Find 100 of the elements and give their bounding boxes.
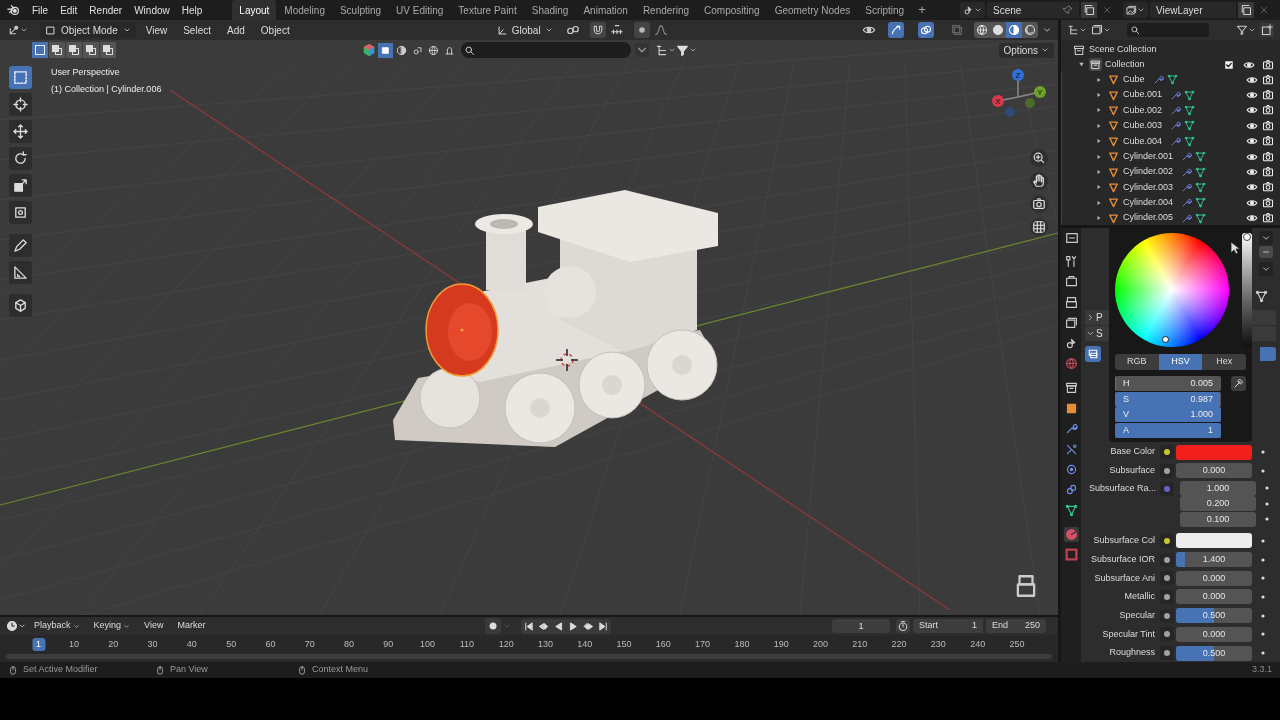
mesh-data-icon[interactable] <box>1195 181 1207 193</box>
collection-box-icon[interactable] <box>1063 380 1079 396</box>
mesh-data-icon[interactable] <box>1184 120 1196 132</box>
xray-icon[interactable] <box>950 23 964 37</box>
new-view-layer-icon[interactable] <box>1238 2 1254 18</box>
color-swatch[interactable] <box>1176 444 1252 460</box>
color-mode-tab[interactable]: HSV <box>1158 354 1203 370</box>
tree-item-label[interactable]: Cube.003 <box>1123 119 1163 133</box>
texture-icon[interactable] <box>1063 547 1079 563</box>
workspace-tab[interactable]: Geometry Nodes <box>767 0 858 20</box>
camera-icon[interactable] <box>1262 135 1274 148</box>
menu-item[interactable]: Select <box>177 22 217 38</box>
wrench-icon[interactable] <box>1170 89 1182 101</box>
stopwatch-icon[interactable] <box>896 619 910 633</box>
keyframe-dot-icon[interactable] <box>1260 449 1266 456</box>
number-field[interactable]: 1.000 <box>1180 480 1256 496</box>
camera-icon[interactable] <box>1262 181 1274 194</box>
keyframe-dot-icon[interactable] <box>1260 556 1266 563</box>
frame-number[interactable]: 1 <box>32 638 46 651</box>
tree-item-label[interactable]: Cube.001 <box>1123 88 1163 102</box>
slider-field[interactable]: A 1 <box>1115 422 1221 438</box>
scale-icon[interactable] <box>9 174 32 197</box>
number-field[interactable]: 0.000 <box>1176 626 1252 642</box>
workspace-tab[interactable]: Rendering <box>635 0 697 20</box>
value-slider[interactable] <box>1242 233 1252 347</box>
navigation-gizmo[interactable]: Z Y X <box>988 68 1048 128</box>
tree-item-label[interactable]: Cylinder.001 <box>1123 149 1174 164</box>
tree-item-label[interactable]: Collection <box>1105 57 1221 72</box>
outliner-icon[interactable] <box>655 43 668 57</box>
view-layer-mode-button[interactable] <box>1091 24 1111 36</box>
gizmo-toggle-icon[interactable] <box>888 22 904 38</box>
search-field[interactable] <box>461 42 631 58</box>
select-box-icon[interactable] <box>9 66 32 89</box>
tree-item-label[interactable]: Cube <box>1123 72 1145 87</box>
keyframe-dot-icon[interactable] <box>1260 631 1266 638</box>
node-tree-icon[interactable] <box>1255 290 1268 303</box>
minus-icon[interactable] <box>1259 246 1273 258</box>
camera-icon[interactable] <box>1262 104 1274 117</box>
falloff-curve-icon[interactable] <box>653 23 668 37</box>
chevron-icon[interactable] <box>689 46 697 54</box>
scene-name-field[interactable]: Scene <box>987 2 1079 18</box>
mesh-data-icon[interactable] <box>1195 212 1207 224</box>
camera-icon[interactable] <box>1030 195 1048 213</box>
filter-icon[interactable] <box>676 43 689 57</box>
slot-field[interactable] <box>1260 347 1276 362</box>
slider-field[interactable]: S 0.987 <box>1115 391 1221 407</box>
overlay-toggle-icon[interactable] <box>918 22 934 38</box>
grid-icon[interactable] <box>1030 218 1048 236</box>
number-field[interactable]: 0.000 <box>1176 463 1252 479</box>
end-frame-field[interactable]: End 250 <box>986 619 1046 633</box>
mesh-filter-icon[interactable] <box>378 42 393 58</box>
color-mode-tab[interactable]: Hex <box>1202 354 1246 370</box>
new-collection-icon[interactable] <box>1260 23 1274 37</box>
current-frame-field[interactable]: 1 <box>832 619 890 633</box>
view-layer-icon[interactable] <box>1063 315 1079 331</box>
menu-item[interactable]: Playback <box>28 619 86 633</box>
keyframe-dot-icon[interactable] <box>1264 516 1270 522</box>
mesh-data-icon[interactable] <box>1063 502 1079 518</box>
camera-icon[interactable] <box>1262 166 1274 179</box>
tree-item-label[interactable]: Cylinder.004 <box>1123 196 1174 210</box>
view-layer-field[interactable]: ViewLayer <box>1150 2 1236 18</box>
ruler-icon[interactable] <box>9 261 32 284</box>
number-field[interactable]: 0.200 <box>1180 496 1256 511</box>
slider-field[interactable]: H 0.005 <box>1115 376 1221 391</box>
number-field[interactable]: 0.500 <box>1176 608 1252 624</box>
chevron-icon[interactable] <box>635 43 649 57</box>
wrench-icon[interactable] <box>1181 151 1193 163</box>
wrench-icon[interactable] <box>1170 120 1182 132</box>
editor-type-icon[interactable] <box>1065 231 1079 245</box>
tool-icon[interactable] <box>1063 254 1079 269</box>
wrench-icon[interactable] <box>1181 212 1193 224</box>
keyframe-dot-icon[interactable] <box>1260 537 1266 544</box>
menu-item[interactable]: Window <box>128 1 176 19</box>
menu-item[interactable]: Add <box>221 22 251 38</box>
view-layer-selector[interactable] <box>1123 2 1148 18</box>
material-shading-icon[interactable] <box>1006 22 1022 38</box>
record-icon[interactable] <box>485 618 502 634</box>
color-swatch[interactable] <box>1176 533 1252 549</box>
number-field[interactable]: 0.500 <box>1176 645 1252 661</box>
options-dropdown[interactable]: Options <box>998 42 1054 58</box>
tree-item-label[interactable]: Cylinder.003 <box>1123 180 1174 195</box>
blender-logo-icon[interactable] <box>7 3 21 17</box>
tree-item-label[interactable]: Cylinder.005 <box>1123 211 1174 225</box>
editor-type-button[interactable] <box>6 620 26 632</box>
wrench-icon[interactable] <box>1181 181 1193 193</box>
menu-item[interactable]: View <box>138 619 170 633</box>
mesh-data-icon[interactable] <box>1166 74 1178 86</box>
wrench-icon[interactable] <box>1170 135 1182 147</box>
workspace-tab[interactable]: Scripting <box>858 0 912 20</box>
rotate-icon[interactable] <box>9 147 32 170</box>
number-field[interactable]: 0.000 <box>1176 570 1252 586</box>
tree-item-label[interactable]: Cube.004 <box>1123 134 1163 148</box>
object-type-icon[interactable] <box>362 43 376 57</box>
mode-dropdown[interactable]: Object Mode <box>40 22 136 38</box>
workspace-tab[interactable]: Shading <box>524 0 576 20</box>
world-icon[interactable] <box>1063 355 1079 371</box>
menu-item[interactable]: Object <box>254 22 296 38</box>
color-mode-tab[interactable]: RGB <box>1115 354 1159 370</box>
wrench-icon[interactable] <box>1152 74 1164 86</box>
keyframe-dot-icon[interactable] <box>1260 593 1266 600</box>
